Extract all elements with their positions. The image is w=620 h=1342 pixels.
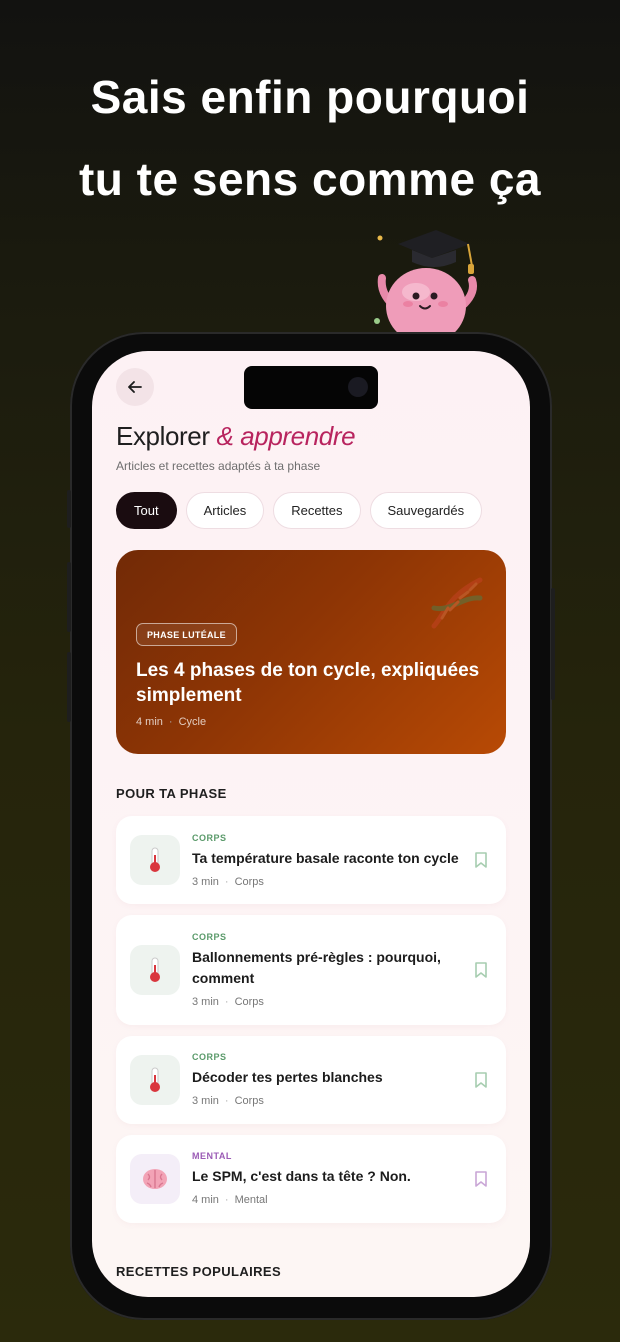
featured-article-card[interactable]: PHASE LUTÉALE Les 4 phases de ton cycle,… (116, 550, 506, 754)
filter-chip-sauvegardes[interactable]: Sauvegardés (369, 492, 483, 529)
section-title-for-phase: POUR TA PHASE (116, 786, 227, 801)
phase-badge: PHASE LUTÉALE (136, 623, 237, 646)
page-title: Explorer & apprendre (116, 421, 356, 452)
thermometer-icon (130, 1055, 180, 1105)
article-card[interactable]: CORPS Décoder tes pertes blanches 3 min ·… (116, 1036, 506, 1124)
page-subtitle: Articles et recettes adaptés à ta phase (116, 459, 321, 473)
bookmark-icon[interactable] (474, 851, 488, 869)
dynamic-island (244, 366, 378, 409)
article-meta: 3 min · Corps (192, 1095, 264, 1107)
filter-chip-tout[interactable]: Tout (116, 492, 177, 529)
promo-headline: Sais enfin pourquoi tu te sens comme ça (0, 56, 620, 220)
article-category: CORPS (192, 833, 227, 843)
article-card[interactable]: MENTAL Le SPM, c'est dans ta tête ? Non.… (116, 1135, 506, 1223)
thermometer-icon (130, 835, 180, 885)
article-title: Décoder tes pertes blanches (192, 1069, 383, 1085)
article-title: Ta température basale raconte ton cycle (192, 850, 459, 866)
article-meta: 3 min · Corps (192, 876, 264, 888)
thermometer-icon (130, 945, 180, 995)
article-category: MENTAL (192, 1151, 232, 1161)
headline-line-2: tu te sens comme ça (78, 153, 542, 205)
article-title: Le SPM, c'est dans ta tête ? Non. (192, 1168, 411, 1184)
filter-chips: Tout Articles Recettes Sauvegardés (116, 492, 483, 529)
article-meta: 3 min · Corps (192, 996, 264, 1008)
bookmark-icon[interactable] (474, 961, 488, 979)
featured-category: Cycle (178, 716, 207, 728)
headline-line-1: Sais enfin pourquoi (90, 71, 530, 123)
article-card[interactable]: CORPS Ta température basale raconte ton … (116, 816, 506, 904)
brain-icon (130, 1154, 180, 1204)
filter-chip-articles[interactable]: Articles (185, 492, 265, 529)
article-category: CORPS (192, 1052, 227, 1062)
bookmark-icon[interactable] (474, 1071, 488, 1089)
featured-meta: 4 min · Cycle (136, 716, 207, 728)
dna-icon (431, 577, 483, 629)
bookmark-icon[interactable] (474, 1170, 488, 1188)
app-screen: Explorer & apprendre Articles et recette… (92, 351, 530, 1297)
title-accent: & apprendre (216, 421, 356, 451)
title-main: Explorer (116, 421, 210, 451)
article-category: CORPS (192, 932, 227, 942)
article-title: Ballonnements pré-règles : pourquoi, com… (192, 949, 441, 986)
section-title-popular-recipes: RECETTES POPULAIRES (116, 1264, 282, 1279)
arrow-left-icon (128, 381, 142, 393)
filter-chip-recettes[interactable]: Recettes (273, 492, 361, 529)
featured-title: Les 4 phases de ton cycle, expliquées si… (136, 660, 480, 706)
article-card[interactable]: CORPS Ballonnements pré-règles : pourquo… (116, 915, 506, 1025)
back-button[interactable] (116, 368, 154, 406)
article-meta: 4 min · Mental (192, 1194, 268, 1206)
featured-duration: 4 min (136, 716, 163, 728)
